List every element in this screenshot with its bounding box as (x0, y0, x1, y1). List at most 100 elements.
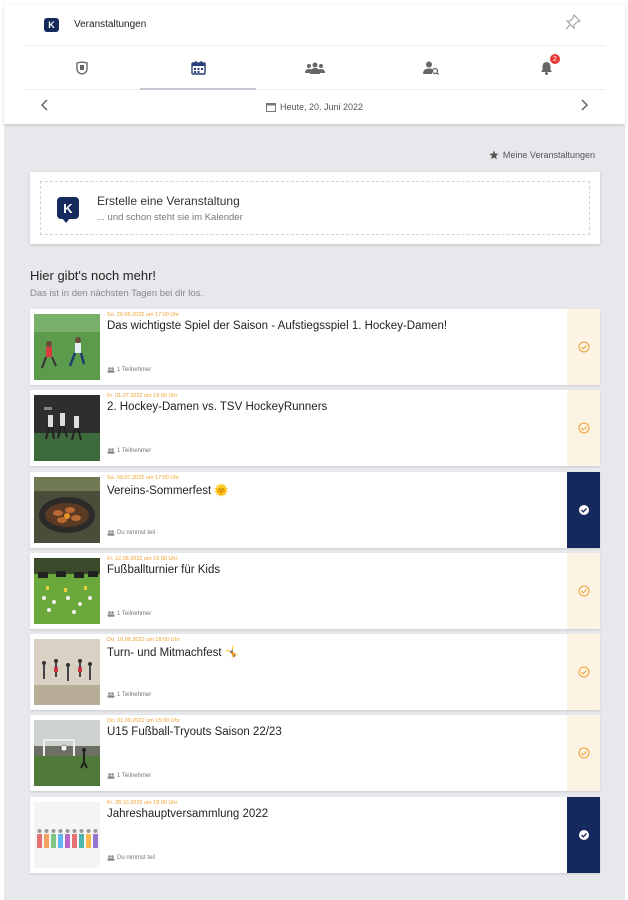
create-event-card[interactable]: K Erstelle eine Veranstaltung ... und sc… (30, 172, 600, 244)
app-frame: K Veranstaltungen 2 Heute, 20. Juni 2022… (4, 4, 625, 900)
event-meta-text: 1 Teilnehmer (117, 367, 152, 373)
event-image (34, 720, 100, 787)
header: K Veranstaltungen 2 Heute, 20. Juni 2022 (4, 4, 625, 124)
event-date: Fr. 28.10.2022 um 18:00 Uhr (107, 799, 178, 806)
event-title: Turn- und Mitmachfest 🤸 (107, 647, 240, 660)
event-participants: 1 Teilnehmer (107, 448, 151, 454)
event-card[interactable]: Sa. 09.07.2022 um 17:00 Uhr Vereins-Somm… (30, 471, 600, 548)
event-date: Fr. 01.07.2022 um 19:00 Uhr (107, 393, 178, 400)
people-icon (107, 529, 115, 536)
event-participants: Du nimmst teil (107, 855, 155, 861)
top-bar: K Veranstaltungen (24, 4, 605, 46)
event-title: Fußballturnier für Kids (107, 563, 221, 576)
event-participants: 1 Teilnehmer (107, 611, 151, 617)
rsvp-button[interactable] (567, 471, 600, 548)
my-events-label: Meine Veranstaltungen (502, 150, 595, 160)
date-navigation: Heute, 20. Juni 2022 (4, 90, 625, 124)
event-participants: Du nimmst teil (107, 530, 155, 536)
check-circle-icon (578, 666, 589, 678)
event-card[interactable]: So. 26.06.2022 um 17:00 Uhr Das wichtigs… (30, 309, 600, 385)
event-image (34, 801, 100, 868)
shield-icon (76, 60, 88, 75)
next-day-button[interactable] (581, 99, 589, 115)
event-participants: 1 Teilnehmer (107, 692, 151, 698)
check-circle-icon (578, 747, 589, 759)
event-image (34, 476, 100, 543)
previous-day-button[interactable] (40, 99, 48, 115)
check-circle-filled-icon (578, 504, 589, 515)
people-icon (107, 692, 115, 698)
people-icon (107, 448, 115, 455)
event-image (34, 314, 100, 380)
event-card[interactable]: Fr. 01.07.2022 um 19:00 Uhr 2. Hockey-Da… (30, 390, 600, 467)
event-meta-text: Du nimmst teil (117, 529, 156, 536)
chevron-left-icon (40, 99, 48, 111)
event-date: Do. 01.09.2022 um 15:00 Uhr (107, 718, 180, 725)
tab-club[interactable] (24, 46, 140, 89)
event-date: So. 26.06.2022 um 17:00 Uhr (107, 312, 180, 318)
event-participants: 1 Teilnehmer (107, 773, 151, 779)
tab-members[interactable] (256, 46, 372, 89)
chevron-right-icon (581, 99, 589, 111)
tab-notifications[interactable]: 2 (489, 46, 605, 89)
event-card[interactable]: Fr. 28.10.2022 um 18:00 Uhr Jahreshauptv… (30, 796, 600, 873)
rsvp-button[interactable] (567, 309, 600, 385)
event-list: So. 26.06.2022 um 17:00 Uhr Das wichtigs… (30, 309, 600, 878)
event-card[interactable]: Do. 18.08.2022 um 18:00 Uhr Turn- und Mi… (30, 634, 600, 711)
event-date: Do. 18.08.2022 um 18:00 Uhr (107, 637, 180, 644)
event-meta-text: 1 Teilnehmer (117, 610, 152, 617)
current-date[interactable]: Heute, 20. Juni 2022 (265, 102, 364, 112)
event-date: Fr. 12.08.2022 um 16:00 Uhr (107, 555, 178, 562)
event-title: Jahreshauptversammlung 2022 (107, 807, 269, 820)
calendar-small-icon (265, 103, 276, 112)
rsvp-button[interactable] (567, 634, 600, 711)
section-title: Hier gibt's noch mehr! (30, 268, 157, 283)
rsvp-button[interactable] (567, 796, 600, 873)
app-logo: K (44, 17, 59, 32)
event-image (34, 639, 100, 706)
event-card[interactable]: Do. 01.09.2022 um 15:00 Uhr U15 Fußball-… (30, 715, 600, 792)
event-image (34, 395, 100, 462)
rsvp-button[interactable] (567, 390, 600, 467)
create-logo: K (57, 197, 79, 223)
tab-events[interactable] (140, 46, 257, 90)
people-icon (107, 854, 115, 861)
tab-search-people[interactable] (373, 46, 489, 89)
create-title: Erstelle eine Veranstaltung (97, 193, 240, 208)
user-search-icon (422, 61, 439, 75)
event-meta-text: 1 Teilnehmer (117, 448, 152, 455)
pin-icon[interactable] (565, 14, 581, 35)
people-icon (107, 773, 115, 780)
date-label: Heute, 20. Juni 2022 (279, 102, 364, 112)
create-text: Erstelle eine Veranstaltung ... und scho… (97, 194, 243, 223)
event-date: Sa. 09.07.2022 um 17:00 Uhr (107, 474, 180, 481)
event-card[interactable]: Fr. 12.08.2022 um 16:00 Uhr Fußballturni… (30, 552, 600, 629)
calendar-icon (191, 60, 206, 75)
star-icon (489, 150, 499, 160)
notification-badge: 2 (549, 54, 560, 64)
event-image (34, 557, 100, 624)
check-circle-icon (578, 585, 589, 597)
event-participants: 1 Teilnehmer (107, 367, 151, 373)
event-title: Das wichtigste Spiel der Saison - Aufsti… (107, 320, 448, 332)
event-meta-text: 1 Teilnehmer (117, 692, 152, 699)
check-circle-filled-icon (578, 829, 589, 840)
group-icon (304, 62, 325, 74)
event-meta-text: 1 Teilnehmer (117, 773, 152, 780)
people-icon (107, 611, 115, 617)
create-event-dropzone: K Erstelle eine Veranstaltung ... und sc… (40, 181, 590, 235)
rsvp-button[interactable] (567, 552, 600, 629)
my-events-link[interactable]: Meine Veranstaltungen (489, 150, 595, 160)
check-circle-icon (578, 422, 589, 434)
event-title: Vereins-Sommerfest 🌞 (107, 484, 229, 497)
tab-bar: 2 (24, 46, 605, 90)
create-subtitle: ... und schon steht sie im Kalender (97, 211, 243, 223)
rsvp-button[interactable] (567, 715, 600, 792)
event-meta-text: Du nimmst teil (117, 854, 156, 861)
check-circle-icon (578, 341, 589, 353)
people-icon (107, 367, 115, 373)
section-subtitle: Das ist in den nächsten Tagen bei dir lo… (30, 288, 204, 299)
event-title: U15 Fußball-Tryouts Saison 22/23 (107, 726, 282, 739)
app-title: Veranstaltungen (74, 19, 147, 30)
event-title: 2. Hockey-Damen vs. TSV HockeyRunners (107, 401, 328, 414)
